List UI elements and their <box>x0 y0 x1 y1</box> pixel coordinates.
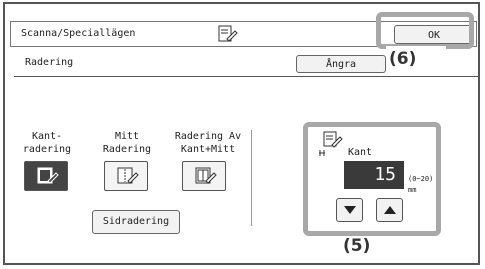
scan-document-icon <box>216 25 238 43</box>
section-title: Radering <box>25 57 74 68</box>
center-erase-button[interactable] <box>104 161 148 191</box>
vertical-divider <box>251 130 252 226</box>
edge-erase-label: Kant- radering <box>22 131 72 155</box>
edge-width-value: 15 <box>344 161 404 189</box>
ok-callout-label: (6) <box>389 49 417 69</box>
window-title: Scanna/Speciallägen <box>21 28 136 39</box>
edge-center-erase-label: Radering Av Kant+Mitt <box>174 131 242 155</box>
undo-button[interactable]: Ångra <box>296 55 386 73</box>
page-erase-button[interactable]: Sidradering <box>92 210 180 234</box>
increase-button[interactable] <box>376 198 403 222</box>
edge-width-label: Kant <box>348 147 373 158</box>
center-erase-label: Mitt Radering <box>102 131 152 155</box>
edge-width-range: (0~20) <box>408 175 434 183</box>
edge-erase-button[interactable] <box>24 161 68 191</box>
panel-callout-label: (5) <box>343 236 371 256</box>
edge-width-icon <box>318 131 346 163</box>
edge-width-panel: Kant 15 (0~20) mm <box>303 122 441 236</box>
up-arrow-icon <box>384 206 396 214</box>
edge-width-unit: mm <box>408 186 417 194</box>
header-divider <box>14 76 478 77</box>
edge-erase-icon <box>37 167 59 184</box>
down-arrow-icon <box>344 206 356 214</box>
edge-center-erase-button[interactable] <box>182 161 226 191</box>
decrease-button[interactable] <box>336 198 363 222</box>
ok-callout-frame <box>376 12 474 49</box>
edge-center-erase-icon <box>195 167 217 184</box>
center-erase-icon <box>117 167 139 184</box>
